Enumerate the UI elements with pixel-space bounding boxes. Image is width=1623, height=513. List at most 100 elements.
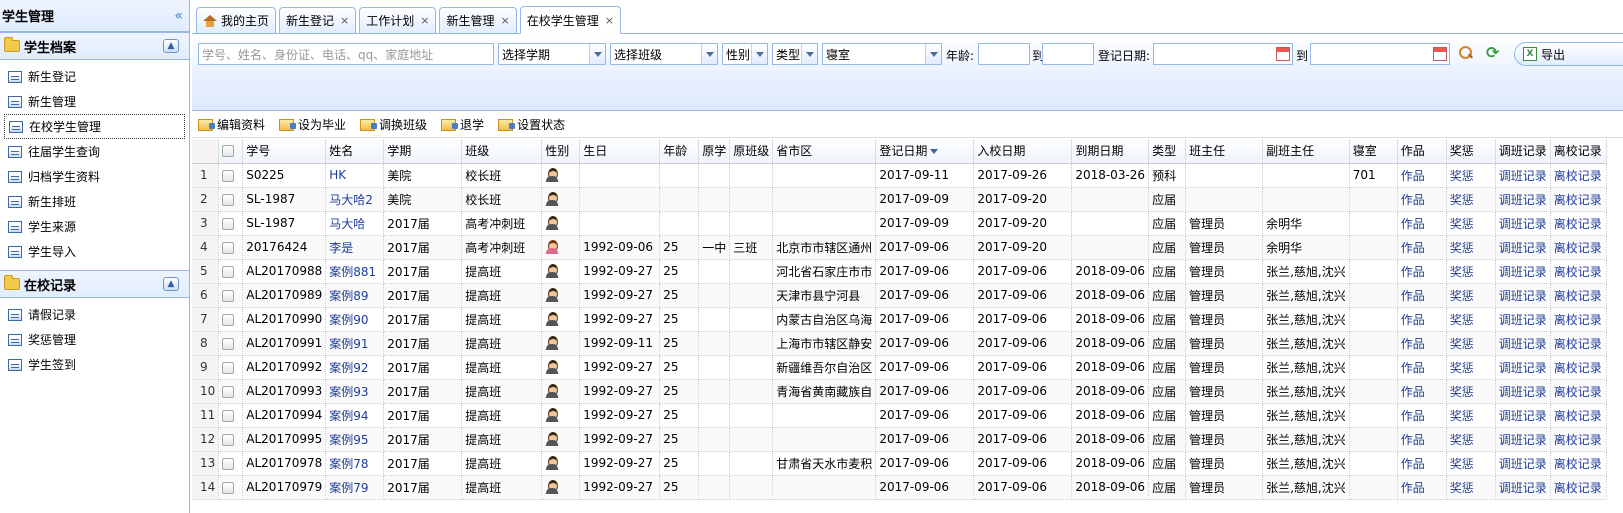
action-button[interactable]: 退学	[441, 116, 484, 133]
cell-leave-text[interactable]: 离校记录	[1554, 481, 1602, 495]
keyword-search-input[interactable]: 学号、姓名、身份证、电话、qq、家庭地址	[198, 43, 494, 65]
sidebar-item[interactable]: 新生管理	[0, 89, 189, 114]
cell-name-text[interactable]: 案例89	[329, 289, 368, 303]
column-header[interactable]: 作品	[1397, 139, 1447, 164]
cell-transfer[interactable]: 调班记录	[1495, 331, 1551, 356]
sidebar-item[interactable]: 学生来源	[0, 214, 189, 239]
sidebar-item[interactable]: 往届学生查询	[0, 139, 189, 164]
cell-name[interactable]: 案例79	[325, 475, 385, 500]
cell-works[interactable]: 作品	[1397, 451, 1447, 476]
cell-leave-text[interactable]: 离校记录	[1554, 361, 1602, 375]
cell-transfer[interactable]: 调班记录	[1495, 475, 1551, 500]
row-checkbox[interactable]	[222, 241, 235, 254]
action-button[interactable]: 设置状态	[498, 116, 565, 133]
class-select[interactable]: 选择班级	[610, 43, 718, 65]
row-checkbox[interactable]	[222, 265, 235, 278]
cell-works[interactable]: 作品	[1397, 235, 1447, 260]
reg-date-to-input[interactable]	[1310, 43, 1450, 65]
collapse-sidebar-icon[interactable]: «	[174, 8, 183, 24]
cell-works[interactable]: 作品	[1397, 331, 1447, 356]
row-checkbox[interactable]	[222, 481, 235, 494]
term-select[interactable]: 选择学期	[498, 43, 606, 65]
cell-award-text[interactable]: 奖惩	[1450, 313, 1474, 327]
cell-name[interactable]: 案例91	[325, 331, 385, 356]
cell-name-text[interactable]: 案例90	[329, 313, 368, 327]
table-row[interactable]: 13 AL20170978 案例78 2017届 提高班 1992-09-27 25 甘肃省天…	[192, 451, 1607, 476]
cell-award[interactable]: 奖惩	[1446, 331, 1496, 356]
tab[interactable]: 在校学生管理 ×	[519, 6, 621, 34]
cell-leave[interactable]: 离校记录	[1550, 475, 1607, 500]
sidebar-item[interactable]: 学生导入	[0, 239, 189, 264]
cell-works-text[interactable]: 作品	[1401, 409, 1425, 423]
age-to-input[interactable]	[1042, 43, 1094, 65]
sidebar-item[interactable]: 学生签到	[0, 352, 189, 377]
dorm-select[interactable]: 寝室	[822, 43, 942, 65]
table-row[interactable]: 2 SL-1987 马大哈2 美院 校长班 2017-09-09 2017-09-20 应届 作…	[192, 187, 1607, 212]
cell-award[interactable]: 奖惩	[1446, 259, 1496, 284]
cell-transfer[interactable]: 调班记录	[1495, 163, 1551, 188]
cell-transfer[interactable]: 调班记录	[1495, 427, 1551, 452]
calendar-icon[interactable]	[1433, 47, 1447, 61]
cell-leave-text[interactable]: 离校记录	[1554, 457, 1602, 471]
cell-award-text[interactable]: 奖惩	[1450, 265, 1474, 279]
action-button[interactable]: 编辑资料	[198, 116, 265, 133]
cell-works-text[interactable]: 作品	[1401, 433, 1425, 447]
row-checkbox-cell[interactable]	[218, 403, 244, 428]
cell-leave-text[interactable]: 离校记录	[1554, 217, 1602, 231]
cell-award[interactable]: 奖惩	[1446, 427, 1496, 452]
row-checkbox[interactable]	[222, 217, 235, 230]
cell-award-text[interactable]: 奖惩	[1450, 193, 1474, 207]
row-checkbox-cell[interactable]	[218, 331, 244, 356]
row-checkbox-cell[interactable]	[218, 307, 244, 332]
cell-transfer-text[interactable]: 调班记录	[1499, 337, 1547, 351]
cell-name-text[interactable]: 案例92	[329, 361, 368, 375]
cell-works[interactable]: 作品	[1397, 403, 1447, 428]
column-header[interactable]: 学期	[383, 139, 463, 164]
table-row[interactable]: 6 AL20170989 案例89 2017届 提高班 1992-09-27 25 天津市县宁…	[192, 283, 1607, 308]
sidebar-item[interactable]: 新生登记	[0, 64, 189, 89]
row-checkbox-cell[interactable]	[218, 451, 244, 476]
row-checkbox-cell[interactable]	[218, 211, 244, 236]
sidebar-group-header[interactable]: 学生档案 ▲	[0, 32, 189, 60]
cell-transfer-text[interactable]: 调班记录	[1499, 289, 1547, 303]
cell-transfer-text[interactable]: 调班记录	[1499, 481, 1547, 495]
cell-award-text[interactable]: 奖惩	[1450, 361, 1474, 375]
cell-leave[interactable]: 离校记录	[1550, 187, 1607, 212]
cell-transfer[interactable]: 调班记录	[1495, 235, 1551, 260]
cell-award-text[interactable]: 奖惩	[1450, 169, 1474, 183]
sidebar-item[interactable]: 在校学生管理	[4, 114, 185, 139]
table-row[interactable]: 9 AL20170992 案例92 2017届 提高班 1992-09-27 25 新疆维吾尔…	[192, 355, 1607, 380]
cell-award-text[interactable]: 奖惩	[1450, 409, 1474, 423]
close-icon[interactable]: ×	[605, 14, 614, 27]
cell-transfer[interactable]: 调班记录	[1495, 187, 1551, 212]
cell-transfer-text[interactable]: 调班记录	[1499, 241, 1547, 255]
cell-award-text[interactable]: 奖惩	[1450, 337, 1474, 351]
cell-leave-text[interactable]: 离校记录	[1554, 313, 1602, 327]
row-checkbox[interactable]	[222, 337, 235, 350]
table-row[interactable]: 4 20176424 李是 2017届 高考冲刺班 1992-09-06 25 一中 三班 北京市…	[192, 235, 1607, 260]
cell-works[interactable]: 作品	[1397, 187, 1447, 212]
cell-leave[interactable]: 离校记录	[1550, 235, 1607, 260]
column-header[interactable]: 寝室	[1349, 139, 1398, 164]
cell-transfer[interactable]: 调班记录	[1495, 451, 1551, 476]
table-row[interactable]: 3 SL-1987 马大哈 2017届 高考冲刺班 2017-09-09 2017-09-2…	[192, 211, 1607, 236]
action-button[interactable]: 调换班级	[360, 116, 427, 133]
cell-works[interactable]: 作品	[1397, 355, 1447, 380]
column-header[interactable]: 姓名	[325, 139, 385, 164]
cell-transfer-text[interactable]: 调班记录	[1499, 169, 1547, 183]
column-header[interactable]: 到期日期	[1071, 139, 1150, 164]
row-checkbox[interactable]	[222, 169, 235, 182]
cell-award[interactable]: 奖惩	[1446, 451, 1496, 476]
cell-leave[interactable]: 离校记录	[1550, 211, 1607, 236]
column-header[interactable]: 班级	[461, 139, 543, 164]
cell-leave-text[interactable]: 离校记录	[1554, 337, 1602, 351]
cell-award-text[interactable]: 奖惩	[1450, 289, 1474, 303]
close-icon[interactable]: ×	[340, 14, 349, 27]
sidebar-item[interactable]: 请假记录	[0, 302, 189, 327]
cell-name-text[interactable]: 案例94	[329, 409, 368, 423]
column-header[interactable]: 生日	[579, 139, 661, 164]
row-checkbox[interactable]	[222, 385, 235, 398]
cell-leave-text[interactable]: 离校记录	[1554, 169, 1602, 183]
row-checkbox-cell[interactable]	[218, 259, 244, 284]
cell-name[interactable]: 马大哈	[325, 211, 385, 236]
